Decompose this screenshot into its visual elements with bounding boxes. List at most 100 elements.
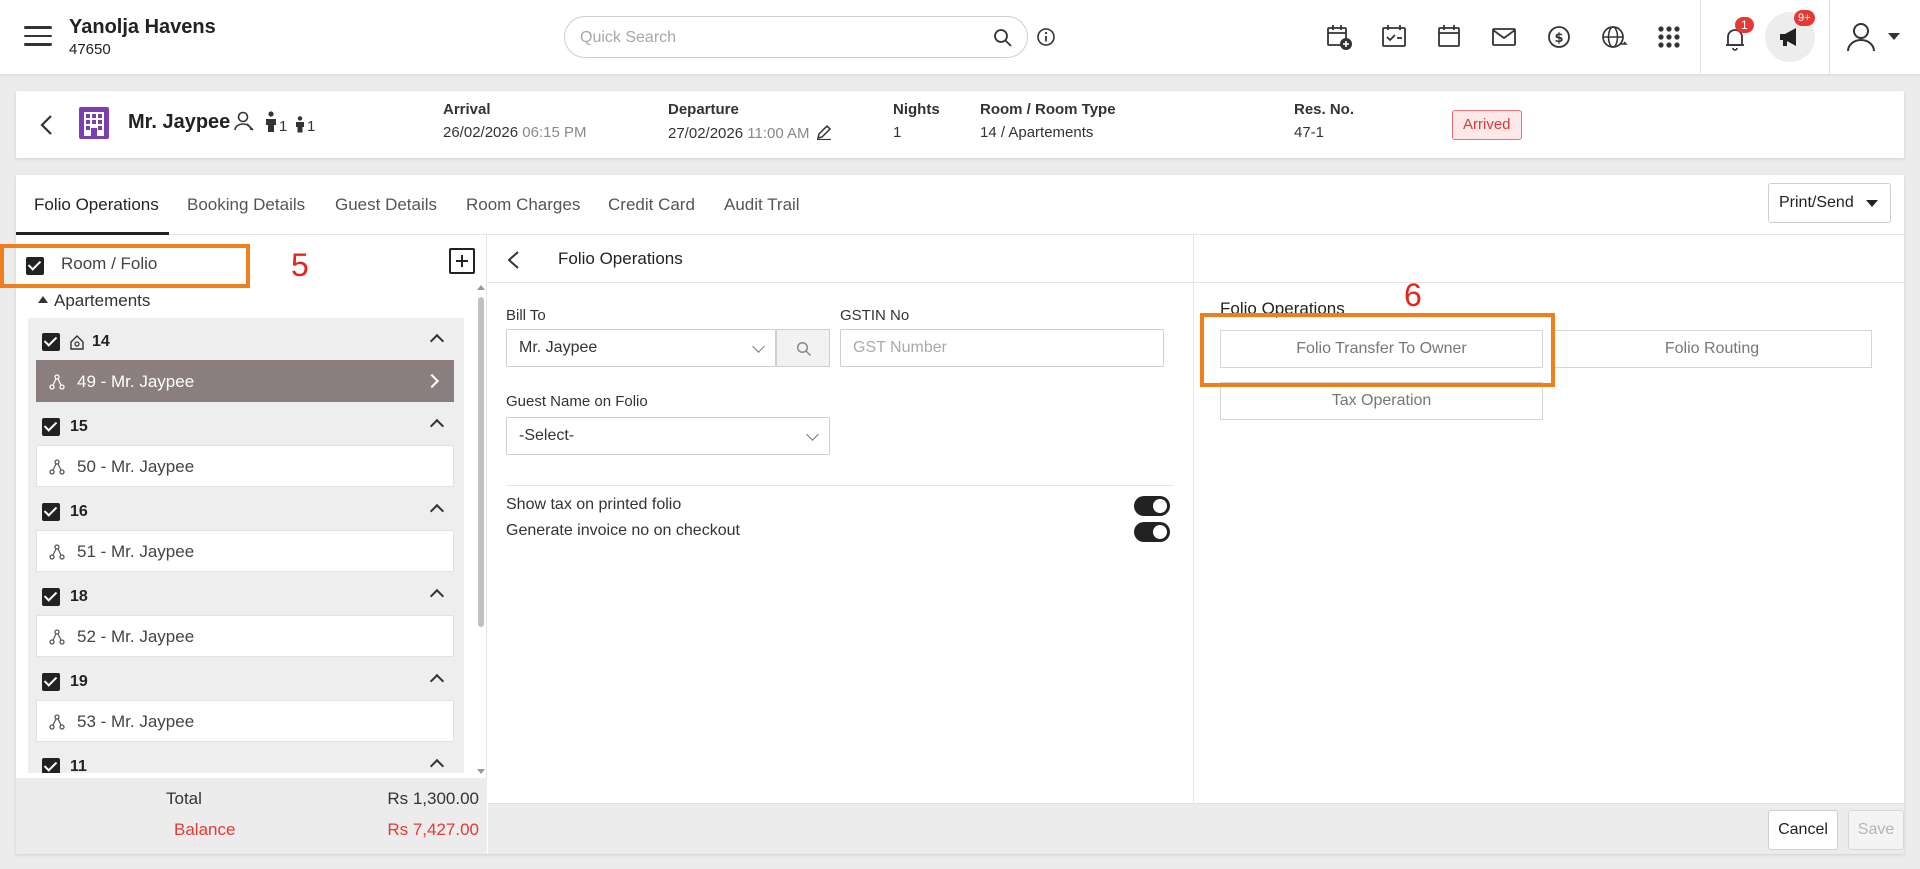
folio-share-icon <box>49 629 65 645</box>
chevron-down-icon <box>752 340 765 353</box>
gstin-input[interactable] <box>840 329 1164 367</box>
guest-name: Mr. Jaypee <box>128 111 231 133</box>
save-button[interactable]: Save <box>1848 810 1904 850</box>
folio-item[interactable]: 52 - Mr. Jaypee <box>36 615 454 657</box>
res-no-label: Res. No. <box>1294 101 1355 118</box>
show-tax-label: Show tax on printed folio <box>506 496 682 513</box>
dollar-icon[interactable]: $ <box>1544 22 1574 52</box>
room-row[interactable]: 16 <box>42 500 452 524</box>
tab-guest-details[interactable]: Guest Details <box>335 195 437 215</box>
top-bar: Yanolja Havens 47650 $ 1 9+ <box>0 0 1920 75</box>
tab-credit-card[interactable]: Credit Card <box>608 195 695 215</box>
room-checkbox[interactable] <box>42 503 60 521</box>
folio-item[interactable]: 51 - Mr. Jaypee <box>36 530 454 572</box>
menu-icon[interactable] <box>24 26 52 48</box>
edit-icon[interactable] <box>816 124 832 140</box>
highlight-box-6 <box>1200 313 1555 387</box>
room-folio-panel: Room / Folio 5 Apartements 14 49 - Mr. J… <box>0 235 487 854</box>
tab-folio-operations[interactable]: Folio Operations <box>34 195 159 215</box>
search-input[interactable] <box>580 27 970 49</box>
room-number: 14 <box>92 333 110 350</box>
balance-value: Rs 7,427.00 <box>387 820 479 839</box>
departure-time: 11:00 AM <box>747 125 810 142</box>
folio-label: 50 - Mr. Jaypee <box>77 457 195 476</box>
tab-audit-trail[interactable]: Audit Trail <box>724 195 800 215</box>
departure-value: 27/02/2026 11:00 AM <box>668 124 832 142</box>
scrollbar-thumb[interactable] <box>478 297 484 627</box>
chevron-up-icon[interactable] <box>429 673 445 689</box>
room-checkbox[interactable] <box>42 333 60 351</box>
tab-room-charges[interactable]: Room Charges <box>466 195 580 215</box>
room-checkbox[interactable] <box>42 588 60 606</box>
user-menu-caret-icon[interactable] <box>1888 33 1900 40</box>
generate-invoice-toggle[interactable] <box>1134 522 1170 542</box>
gstin-label: GSTIN No <box>840 307 910 324</box>
room-list: 14 49 - Mr. Jaypee 15 50 - Mr. Jaypee 16… <box>28 318 464 773</box>
back-arrow-icon[interactable] <box>38 113 54 137</box>
user-icon[interactable] <box>1844 20 1878 54</box>
tab-booking-details[interactable]: Booking Details <box>187 195 305 215</box>
folio-operations-form: Folio Operations Bill To Mr. Jaypee GSTI… <box>488 235 1904 854</box>
hotel-id: 47650 <box>69 41 111 58</box>
search-icon <box>796 341 812 357</box>
chevron-up-icon[interactable] <box>429 333 445 349</box>
print-send-button[interactable]: Print/Send <box>1768 183 1891 223</box>
folio-item[interactable]: 53 - Mr. Jaypee <box>36 700 454 742</box>
back-arrow-icon[interactable] <box>506 250 520 270</box>
tax-operation-button[interactable]: Tax Operation <box>1220 382 1543 420</box>
cancel-button[interactable]: Cancel <box>1768 810 1838 850</box>
folio-item[interactable]: 49 - Mr. Jaypee <box>36 360 454 402</box>
room-row[interactable]: 11 <box>42 755 452 773</box>
mail-icon[interactable] <box>1489 22 1519 52</box>
room-row[interactable]: 14 <box>42 330 452 354</box>
room-row[interactable]: 15 <box>42 415 452 439</box>
total-label: Total <box>166 789 202 808</box>
folio-label: 53 - Mr. Jaypee <box>77 712 195 731</box>
globe-icon[interactable] <box>1599 22 1629 52</box>
add-folio-button[interactable] <box>449 248 475 274</box>
room-row[interactable]: 19 <box>42 670 452 694</box>
room-home-icon <box>70 335 84 350</box>
chevron-up-icon[interactable] <box>429 503 445 519</box>
adult-icon <box>266 111 276 132</box>
guest-name-folio-select[interactable]: -Select- <box>506 417 830 455</box>
room-number: 19 <box>70 673 88 690</box>
folio-item[interactable]: 50 - Mr. Jaypee <box>36 445 454 487</box>
chevron-down-icon <box>806 428 819 441</box>
room-checkbox[interactable] <box>42 418 60 436</box>
calendar-check-icon[interactable] <box>1379 22 1409 52</box>
show-tax-toggle[interactable] <box>1134 496 1170 516</box>
search-icon[interactable] <box>993 28 1013 48</box>
res-no-value: 47-1 <box>1294 124 1325 141</box>
info-icon[interactable] <box>1036 27 1056 47</box>
group-label: Apartements <box>54 291 151 310</box>
arrival-label: Arrival <box>443 101 491 118</box>
room-row[interactable]: 18 <box>42 585 452 609</box>
child-count: 1 <box>307 118 316 135</box>
arrival-date: 26/02/2026 <box>443 124 519 141</box>
departure-label: Departure <box>668 101 739 118</box>
room-number: 16 <box>70 503 88 520</box>
scroll-down-arrow[interactable] <box>477 769 485 774</box>
room-checkbox[interactable] <box>42 673 60 691</box>
apps-grid-icon[interactable] <box>1654 22 1684 52</box>
megaphone-icon <box>1780 28 1796 46</box>
calendar-icon[interactable] <box>1434 22 1464 52</box>
collapse-triangle-icon <box>38 296 48 303</box>
folio-routing-button[interactable]: Folio Routing <box>1552 330 1872 368</box>
bill-to-search-button[interactable] <box>776 329 830 367</box>
guest-profile-icon[interactable] <box>234 111 254 133</box>
divider <box>506 485 1174 486</box>
chevron-up-icon[interactable] <box>429 758 445 773</box>
nights-value: 1 <box>893 124 902 141</box>
highlight-box-5 <box>0 244 250 288</box>
chevron-up-icon[interactable] <box>429 588 445 604</box>
chevron-up-icon[interactable] <box>429 418 445 434</box>
room-type-value: 14 / Apartements <box>980 124 1094 141</box>
group-apartements[interactable]: Apartements <box>38 291 150 311</box>
calendar-add-icon[interactable] <box>1324 22 1354 52</box>
scroll-up-arrow[interactable] <box>477 285 485 290</box>
room-checkbox[interactable] <box>42 758 60 773</box>
bill-to-select[interactable]: Mr. Jaypee <box>506 329 776 367</box>
arrival-value: 26/02/2026 06:15 PM <box>443 124 586 141</box>
